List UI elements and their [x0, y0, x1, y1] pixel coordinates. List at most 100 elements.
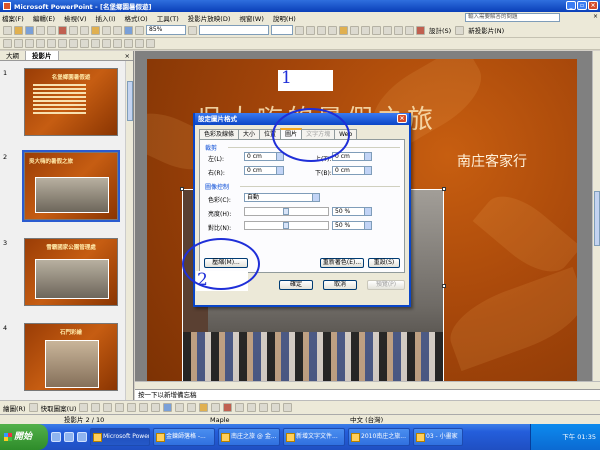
less-brightness-icon[interactable]: [58, 39, 67, 48]
document-close-icon[interactable]: ×: [593, 13, 598, 20]
reset-button[interactable]: 重設(S): [368, 258, 400, 268]
cancel-button[interactable]: 取消: [323, 280, 357, 290]
menu-edit[interactable]: 編輯(E): [33, 13, 55, 23]
slide-thumbnail[interactable]: 名堡鄉園暑假遊: [24, 68, 118, 136]
bold-icon[interactable]: [295, 25, 304, 35]
autoshapes-menu[interactable]: 快取圖案(U): [41, 403, 77, 413]
table-icon[interactable]: [135, 25, 144, 35]
font-combo[interactable]: [199, 25, 269, 35]
new-slide-icon[interactable]: [455, 25, 465, 35]
help-question-input[interactable]: 輸入需要解答的問題: [465, 13, 560, 22]
shadow-style-icon[interactable]: [271, 403, 281, 412]
undo-icon[interactable]: [102, 25, 111, 35]
dialog-close-button[interactable]: ×: [397, 114, 407, 123]
brightness-input[interactable]: 50 %: [332, 207, 372, 216]
diagram-icon[interactable]: [163, 403, 173, 412]
draw-menu[interactable]: 繪圖(R): [3, 403, 26, 413]
slide-thumbnail-selected[interactable]: 吳大嗨的暑假之旅: [22, 150, 120, 222]
spelling-icon[interactable]: [58, 25, 67, 35]
recolor-icon[interactable]: [113, 39, 122, 48]
crop-left-input[interactable]: 0 cm: [244, 152, 284, 161]
print-icon[interactable]: [36, 25, 45, 35]
preview-button[interactable]: 預覽(P): [367, 280, 405, 290]
recolor-button[interactable]: 重新著色(E)...: [320, 258, 364, 268]
zoom-combo[interactable]: 85%: [146, 25, 186, 35]
format-picture-icon[interactable]: [124, 39, 133, 48]
quicklaunch-icon[interactable]: [64, 432, 74, 442]
menu-view[interactable]: 檢視(V): [64, 13, 87, 23]
vertical-textbox-icon[interactable]: [139, 403, 149, 412]
crop-icon[interactable]: [69, 39, 78, 48]
chart-icon[interactable]: [124, 25, 133, 35]
line-icon[interactable]: [79, 403, 89, 412]
oval-icon[interactable]: [115, 403, 125, 412]
paste-icon[interactable]: [91, 25, 100, 35]
center-icon[interactable]: [350, 25, 359, 35]
resize-handle[interactable]: [442, 284, 446, 288]
crop-bottom-input[interactable]: 0 cm: [332, 166, 372, 175]
cut-icon[interactable]: [69, 25, 78, 35]
numbering-icon[interactable]: [372, 25, 381, 35]
rotate-icon[interactable]: [80, 39, 89, 48]
3d-style-icon[interactable]: [283, 403, 293, 412]
new-icon[interactable]: [3, 25, 12, 35]
underline-icon[interactable]: [317, 25, 326, 35]
more-brightness-icon[interactable]: [47, 39, 56, 48]
align-left-icon[interactable]: [339, 25, 348, 35]
slide-thumbnail[interactable]: 石門彩繪: [24, 323, 118, 391]
align-right-icon[interactable]: [361, 25, 370, 35]
resize-handle[interactable]: [442, 187, 446, 191]
slide-horizontal-scrollbar[interactable]: [135, 381, 600, 389]
brightness-slider[interactable]: [244, 207, 329, 216]
contrast-input[interactable]: 50 %: [332, 221, 372, 230]
insert-picture-icon[interactable]: [3, 39, 12, 48]
slides-panel-scrollbar[interactable]: [125, 61, 133, 400]
menu-tools[interactable]: 工具(T): [157, 13, 179, 23]
menu-window[interactable]: 視窗(W): [239, 13, 264, 23]
ok-button[interactable]: 確定: [279, 280, 313, 290]
font-size-combo[interactable]: [271, 25, 293, 35]
more-contrast-icon[interactable]: [25, 39, 34, 48]
taskbar-item[interactable]: 金鍊師落格 -...: [153, 428, 215, 446]
menu-slideshow[interactable]: 投影片放映(D): [188, 13, 231, 23]
tab-size[interactable]: 大小: [238, 129, 261, 139]
minimize-button[interactable]: _: [566, 1, 576, 10]
rectangle-icon[interactable]: [103, 403, 113, 412]
arrow-style-icon[interactable]: [259, 403, 269, 412]
textbox-icon[interactable]: [127, 403, 137, 412]
open-icon[interactable]: [14, 25, 23, 35]
close-button[interactable]: ×: [588, 1, 598, 10]
font-color-icon[interactable]: [416, 25, 425, 35]
redo-icon[interactable]: [113, 25, 122, 35]
increase-font-icon[interactable]: [394, 25, 403, 35]
design-button[interactable]: 設計(S): [429, 25, 451, 35]
reset-picture-icon[interactable]: [146, 39, 155, 48]
line-style-icon[interactable]: [91, 39, 100, 48]
menu-insert[interactable]: 插入(I): [96, 13, 116, 23]
taskbar-item[interactable]: 新增文字文件...: [283, 428, 345, 446]
font-color-icon[interactable]: [223, 403, 233, 412]
decrease-font-icon[interactable]: [405, 25, 414, 35]
compress-icon[interactable]: [102, 39, 111, 48]
arrow-icon[interactable]: [91, 403, 101, 412]
new-slide-button[interactable]: 新投影片(N): [468, 25, 504, 35]
crop-right-input[interactable]: 0 cm: [244, 166, 284, 175]
save-icon[interactable]: [25, 25, 34, 35]
tab-colors-lines[interactable]: 色彩及線條: [199, 129, 240, 139]
line-color-icon[interactable]: [211, 403, 221, 412]
wordart-icon[interactable]: [151, 403, 161, 412]
picture-icon[interactable]: [187, 403, 197, 412]
notes-pane[interactable]: 按一下以新增備忘稿: [135, 389, 600, 400]
maximize-button[interactable]: ▫: [577, 1, 587, 10]
transparent-color-icon[interactable]: [135, 39, 144, 48]
copy-icon[interactable]: [80, 25, 89, 35]
menu-format[interactable]: 格式(O): [125, 13, 148, 23]
contrast-slider[interactable]: [244, 221, 329, 230]
line-style-icon[interactable]: [235, 403, 245, 412]
color-picture-icon[interactable]: [14, 39, 23, 48]
quicklaunch-icon[interactable]: [51, 432, 61, 442]
taskbar-item[interactable]: 03 - 小畫家: [413, 428, 463, 446]
fill-color-icon[interactable]: [199, 403, 209, 412]
menu-file[interactable]: 檔案(F): [2, 13, 24, 23]
taskbar-item[interactable]: 2010南庄之旅...: [348, 428, 410, 446]
